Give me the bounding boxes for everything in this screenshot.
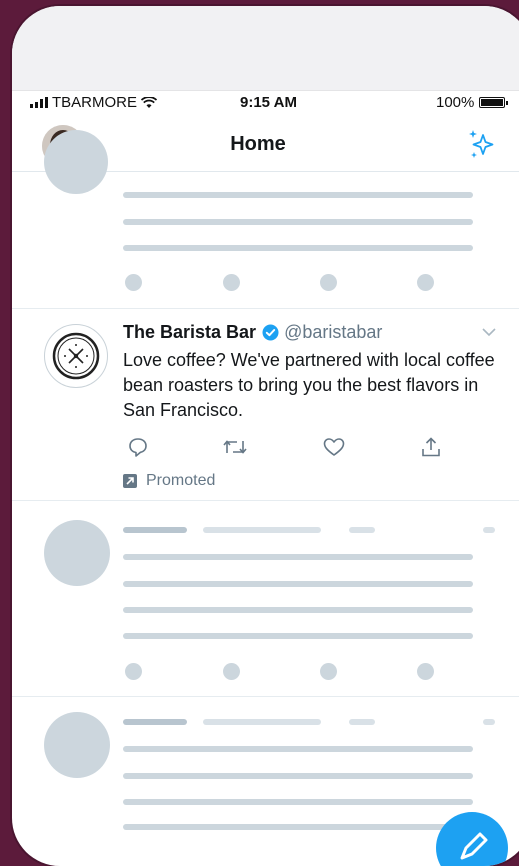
- heart-icon[interactable]: [322, 436, 346, 458]
- placeholder-line: [123, 799, 473, 805]
- signal-bars-icon: [30, 97, 48, 108]
- retweet-icon[interactable]: [222, 436, 248, 458]
- placeholder-line: [349, 527, 375, 533]
- verified-badge-icon: [262, 324, 279, 341]
- sparkle-icon[interactable]: [464, 127, 498, 161]
- battery-icon: [479, 97, 509, 108]
- placeholder-avatar: [44, 712, 110, 778]
- divider: [12, 308, 519, 309]
- promoted-text: Promoted: [146, 472, 216, 489]
- account-handle[interactable]: @baristabar: [284, 322, 382, 343]
- carrier-name: TBARMORE: [52, 94, 138, 111]
- placeholder-line: [123, 607, 473, 613]
- placeholder-line: [123, 773, 473, 779]
- placeholder-avatar: [44, 130, 108, 194]
- promoted-tweet[interactable]: The Barista Bar @baristabar Love coffee?…: [12, 310, 519, 510]
- placeholder-action: [125, 274, 142, 291]
- divider: [12, 500, 519, 501]
- account-name[interactable]: The Barista Bar: [123, 322, 256, 343]
- brand-logo[interactable]: [44, 324, 108, 388]
- battery-percent: 100%: [436, 94, 475, 111]
- placeholder-line: [483, 719, 495, 725]
- tweet-text: Love coffee? We've partnered with local …: [123, 350, 495, 420]
- phone-frame: TBARMORE 9:15 AM 100% Home The Barista B…: [12, 6, 519, 866]
- placeholder-line: [203, 527, 321, 533]
- placeholder-action: [223, 274, 240, 291]
- share-icon[interactable]: [420, 436, 442, 458]
- placeholder-line: [203, 719, 321, 725]
- placeholder-line: [123, 245, 473, 251]
- tweet-actions: [123, 436, 453, 458]
- status-time: 9:15 AM: [240, 94, 297, 111]
- phone-bezel-top: [12, 6, 519, 90]
- placeholder-action: [320, 663, 337, 680]
- placeholder-action: [125, 663, 142, 680]
- placeholder-line: [349, 719, 375, 725]
- placeholder-line: [123, 581, 473, 587]
- placeholder-line: [123, 192, 473, 198]
- placeholder-line: [123, 633, 473, 639]
- reply-icon[interactable]: [127, 436, 149, 458]
- placeholder-action: [223, 663, 240, 680]
- placeholder-avatar: [44, 520, 110, 586]
- status-bar: TBARMORE 9:15 AM 100%: [12, 90, 519, 113]
- wifi-icon: [141, 96, 158, 108]
- placeholder-action: [417, 274, 434, 291]
- coffee-logo-icon: [52, 332, 100, 380]
- compose-icon: [460, 832, 488, 860]
- placeholder-line: [123, 219, 473, 225]
- placeholder-line: [123, 527, 187, 533]
- chevron-down-icon[interactable]: [482, 328, 496, 337]
- placeholder-action: [320, 274, 337, 291]
- placeholder-line: [123, 746, 473, 752]
- compose-tweet-button[interactable]: [436, 812, 508, 866]
- promoted-arrow-icon: [123, 474, 137, 488]
- placeholder-action: [417, 663, 434, 680]
- placeholder-line: [483, 527, 495, 533]
- tweet-header: The Barista Bar @baristabar: [123, 322, 382, 343]
- placeholder-line: [123, 554, 473, 560]
- placeholder-line: [123, 824, 473, 830]
- placeholder-line: [123, 719, 187, 725]
- divider: [12, 696, 519, 697]
- promoted-label: Promoted: [123, 472, 215, 490]
